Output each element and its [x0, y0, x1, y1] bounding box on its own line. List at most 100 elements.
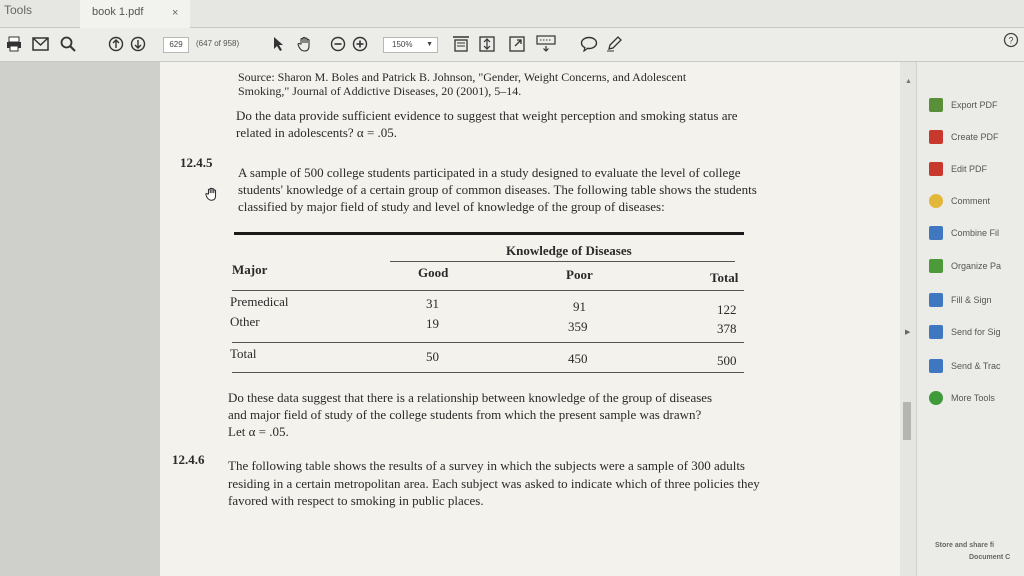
exercise-text: residing in a certain metropolitan area.…: [228, 476, 760, 491]
cell-good: 50: [426, 349, 439, 364]
hand-cursor-icon: [204, 186, 220, 207]
table-group-header: Knowledge of Diseases: [506, 243, 632, 258]
cell-total: 378: [717, 321, 737, 336]
column-header-good: Good: [418, 265, 449, 280]
column-header-poor: Poor: [566, 267, 593, 282]
page-number-input[interactable]: 629: [163, 37, 189, 53]
tool-organize-pages[interactable]: Organize Pa: [929, 259, 1001, 273]
total-rule: [232, 342, 744, 343]
hand-icon[interactable]: [296, 34, 314, 54]
email-icon[interactable]: [32, 34, 49, 54]
tool-send-for-signature[interactable]: Send for Sig: [929, 325, 1001, 339]
tool-fill-sign[interactable]: Fill & Sign: [929, 293, 992, 307]
tool-label: Export PDF: [951, 100, 998, 110]
expand-pane-icon[interactable]: ▶: [905, 328, 910, 336]
cell-poor: 450: [568, 351, 588, 366]
exercise-text: The following table shows the results of…: [228, 458, 745, 473]
comment-icon[interactable]: [580, 34, 598, 54]
scrollbar-thumb[interactable]: [903, 402, 911, 440]
create-pdf-icon: [929, 130, 943, 144]
pen-icon[interactable]: [606, 34, 622, 54]
source-line-2: Smoking," Journal of Addictive Diseases,…: [238, 84, 522, 98]
cell-good: 19: [426, 316, 439, 331]
cell-major: Total: [230, 346, 257, 361]
group-header-rule: [390, 261, 735, 262]
header-rule: [232, 290, 744, 291]
vertical-scrollbar[interactable]: [900, 62, 916, 576]
exercise-number: 12.4.5: [180, 155, 213, 170]
tool-label: Send for Sig: [951, 327, 1001, 337]
question-text: and major field of study of the college …: [228, 407, 702, 422]
select-icon[interactable]: [272, 34, 284, 54]
keyboard-icon[interactable]: [536, 34, 556, 54]
table-bottom-rule: [232, 372, 744, 373]
column-header-total: Total: [710, 270, 739, 285]
search-icon[interactable]: [60, 34, 76, 54]
tool-send-track[interactable]: Send & Trac: [929, 359, 1001, 373]
question-text: Let α = .05.: [228, 424, 289, 439]
exercise-number: 12.4.6: [172, 452, 205, 467]
toolbar: 629 (647 of 958) 150% ▼: [0, 28, 1024, 62]
tool-label: Fill & Sign: [951, 295, 992, 305]
print-icon[interactable]: [6, 34, 22, 54]
cell-major: Premedical: [230, 294, 289, 309]
document-page: Source: Sharon M. Boles and Patrick B. J…: [160, 62, 900, 576]
exercise-text: favored with respect to smoking in publi…: [228, 493, 484, 508]
store-share-text: Store and share fi: [935, 542, 995, 549]
column-header-major: Major: [232, 262, 268, 277]
question-text: Do these data suggest that there is a re…: [228, 390, 713, 405]
exercise-text: students' knowledge of a certain group o…: [238, 182, 757, 197]
cell-total: 500: [717, 353, 737, 368]
tool-label: Send & Trac: [951, 361, 1001, 371]
send-track-icon: [929, 359, 943, 373]
tab-bar: Tools book 1.pdf ×: [0, 0, 1024, 28]
more-tools-icon: [929, 391, 943, 405]
page-down-icon[interactable]: [130, 34, 146, 54]
zoom-select[interactable]: 150% ▼: [383, 37, 438, 53]
fill-sign-icon: [929, 293, 943, 307]
tool-combine-files[interactable]: Combine Fil: [929, 226, 999, 240]
full-screen-icon[interactable]: [508, 34, 526, 54]
cell-good: 31: [426, 296, 439, 311]
page-count-label: (647 of 958): [196, 39, 240, 48]
export-pdf-icon: [929, 98, 943, 112]
question-text: related in adolescents? α = .05.: [236, 125, 398, 140]
fit-page-icon[interactable]: [452, 34, 470, 54]
tools-pane: Export PDF Create PDF Edit PDF Comment Combi…: [916, 62, 1024, 576]
document-cloud-text: Document C: [969, 554, 1011, 561]
zoom-out-icon[interactable]: [330, 34, 346, 54]
cell-total: 122: [717, 302, 737, 317]
table-top-rule: [234, 232, 744, 235]
tab-tools[interactable]: Tools: [4, 3, 32, 17]
tool-export-pdf[interactable]: Export PDF: [929, 98, 998, 112]
tool-label: More Tools: [951, 393, 995, 403]
help-icon[interactable]: ?: [1003, 32, 1019, 53]
cell-major: Other: [230, 314, 260, 329]
comment-icon: [929, 194, 943, 208]
svg-text:?: ?: [1008, 36, 1013, 46]
zoom-in-icon[interactable]: [352, 34, 368, 54]
exercise-text: classified by major field of study and l…: [238, 199, 665, 214]
tool-create-pdf[interactable]: Create PDF: [929, 130, 999, 144]
tool-more-tools[interactable]: More Tools: [929, 391, 995, 405]
tool-label: Combine Fil: [951, 228, 1000, 238]
exercise-text: A sample of 500 college students partici…: [238, 165, 741, 180]
close-tab-icon[interactable]: ×: [172, 7, 178, 19]
scroll-mode-icon[interactable]: [478, 34, 496, 54]
page-up-icon[interactable]: [108, 34, 124, 54]
chevron-down-icon: ▼: [426, 41, 433, 48]
tool-label: Edit PDF: [951, 164, 988, 174]
question-text: Do the data provide sufficient evidence …: [236, 108, 738, 123]
cell-poor: 359: [568, 319, 588, 334]
scroll-up-icon[interactable]: ▲: [905, 78, 912, 85]
tool-edit-pdf[interactable]: Edit PDF: [929, 162, 987, 176]
edit-pdf-icon: [929, 162, 943, 176]
tool-comment[interactable]: Comment: [929, 194, 990, 208]
tool-label: Comment: [951, 196, 991, 206]
combine-files-icon: [929, 226, 943, 240]
cell-poor: 91: [573, 299, 586, 314]
zoom-value: 150%: [392, 40, 413, 49]
send-for-signature-icon: [929, 325, 943, 339]
tool-label: Organize Pa: [951, 261, 1002, 271]
organize-pages-icon: [929, 259, 943, 273]
